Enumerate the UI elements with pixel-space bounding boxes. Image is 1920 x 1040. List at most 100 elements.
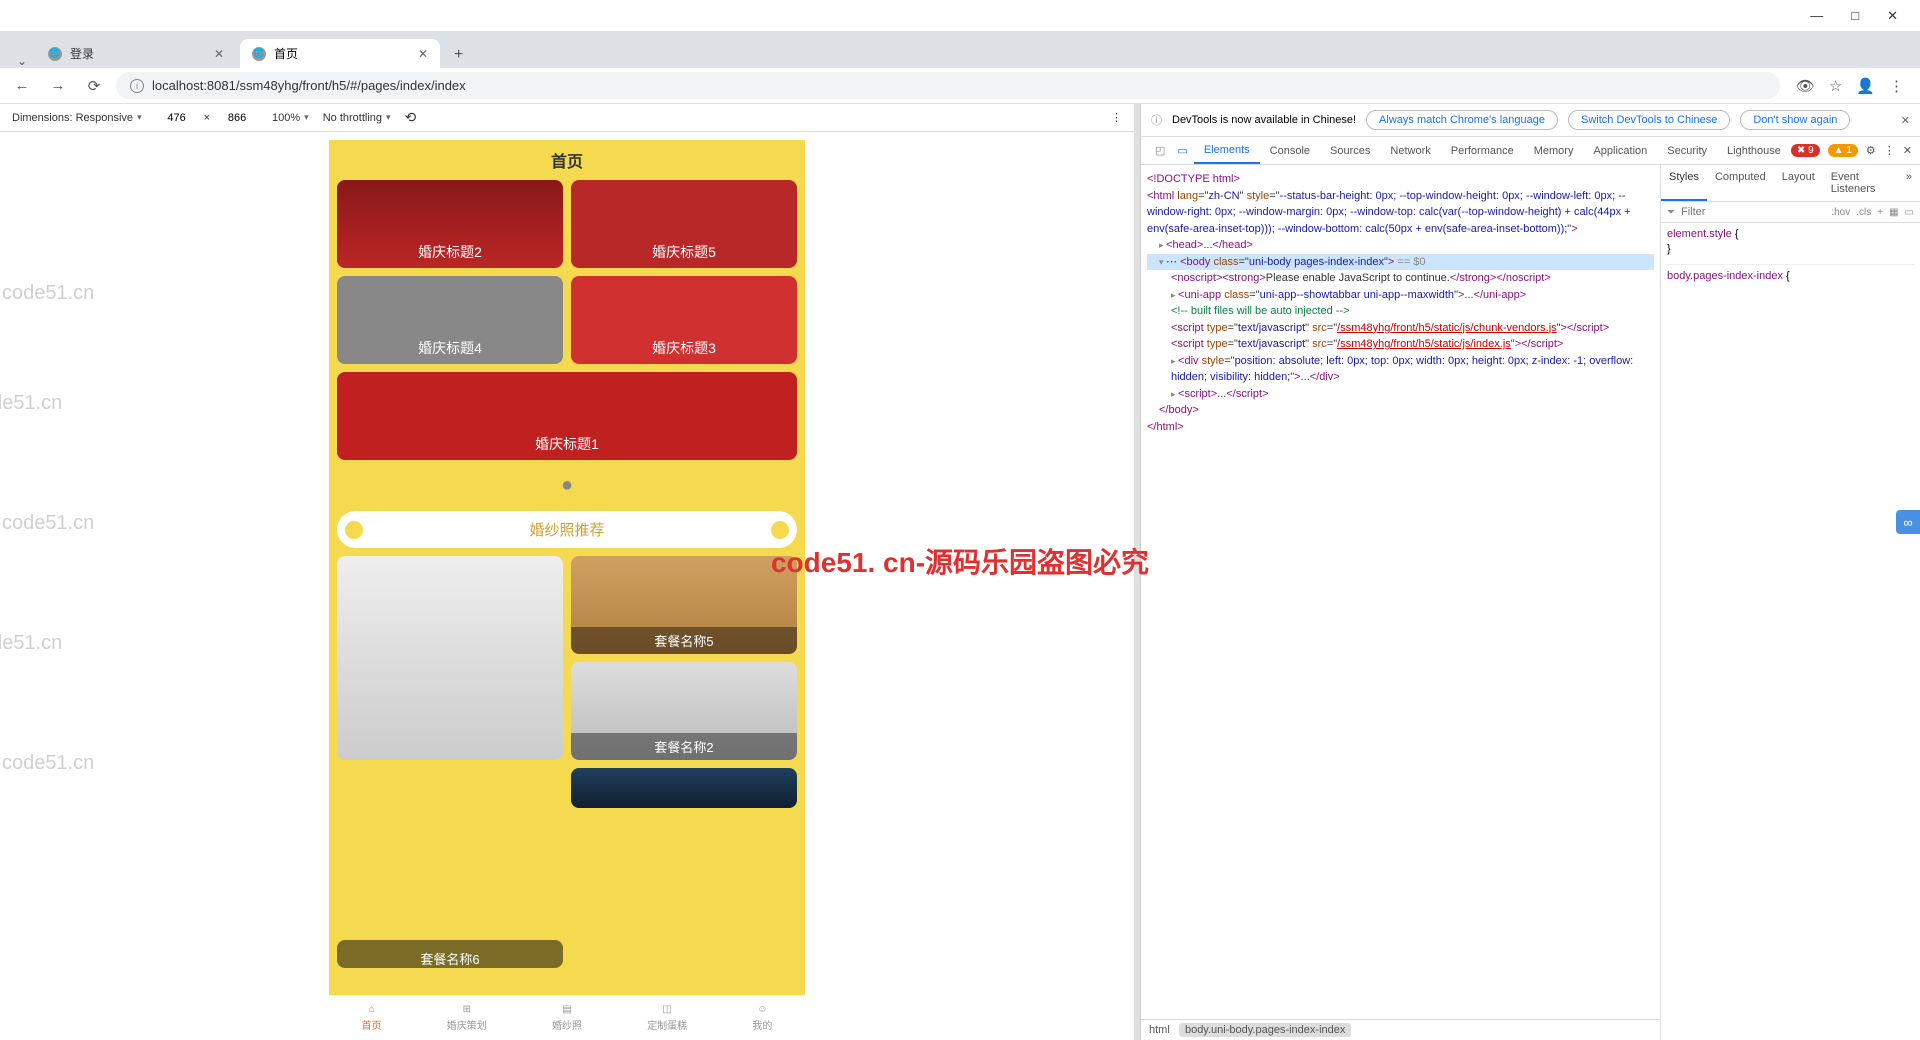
styles-panel: Styles Computed Layout Event Listeners »… (1660, 165, 1920, 1040)
cls-button[interactable]: .cls (1856, 207, 1871, 218)
url-input[interactable]: i localhost:8081/ssm48yhg/front/h5/#/pag… (116, 72, 1780, 99)
float-button[interactable]: ∞ (1896, 510, 1920, 534)
globe-icon: 🌐 (48, 47, 62, 61)
styles-rules[interactable]: element.style {}body.pages-index-index {… (1661, 223, 1920, 1040)
carousel-dots[interactable]: ● (329, 468, 805, 503)
tabbar: ⌂首页 ⊞婚庆策划 ▤婚纱照 ◫定制蛋糕 ☺我的 (329, 995, 805, 1040)
browser-tab-home[interactable]: 🌐 首页 ✕ (240, 39, 440, 68)
tabbar-cake[interactable]: ◫定制蛋糕 (647, 1004, 687, 1032)
devtools-panel: ⓘ DevTools is now available in Chinese! … (1140, 104, 1920, 1040)
tab-performance[interactable]: Performance (1441, 139, 1524, 163)
photo-card[interactable]: 套餐名称5 (571, 556, 797, 654)
dom-breadcrumb[interactable]: html body.uni-body.pages-index-index (1141, 1019, 1660, 1040)
grid-icon: ⊞ (463, 1004, 471, 1015)
home-icon: ⌂ (369, 1004, 375, 1015)
photo-label: 套餐名称6 (337, 940, 563, 968)
width-input[interactable] (156, 112, 198, 124)
wedding-card[interactable]: 婚庆标题3 (571, 276, 797, 364)
tab-lighthouse[interactable]: Lighthouse (1717, 139, 1791, 163)
menu-icon[interactable]: ⋮ (1889, 77, 1904, 95)
extension-icon[interactable]: 👁 (1796, 77, 1815, 95)
tab-console[interactable]: Console (1260, 139, 1320, 163)
url-text: localhost:8081/ssm48yhg/front/h5/#/pages… (152, 78, 466, 93)
tab-title: 首页 (274, 45, 298, 62)
warning-count[interactable]: ▲ 1 (1828, 144, 1858, 157)
device-icon[interactable]: ▭ (1905, 207, 1914, 218)
inspect-icon[interactable]: ◰ (1149, 144, 1171, 157)
dimension-inputs: × (156, 112, 258, 124)
close-icon[interactable]: ✕ (418, 47, 428, 61)
browser-tab-login[interactable]: 🌐 登录 ✕ (36, 39, 236, 68)
device-toggle-icon[interactable]: ▭ (1171, 144, 1193, 157)
close-icon[interactable]: ✕ (214, 47, 224, 61)
photo-card[interactable] (337, 556, 563, 760)
throttling-dropdown[interactable]: No throttling (323, 112, 391, 124)
site-info-icon[interactable]: i (130, 79, 144, 93)
tabbar-mine[interactable]: ☺我的 (752, 1004, 772, 1032)
device-menu-icon[interactable]: ⋮ (1111, 111, 1122, 124)
wedding-card[interactable]: 婚庆标题4 (337, 276, 563, 364)
device-preview-panel: Dimensions: Responsive × 100% No throttl… (0, 104, 1134, 1040)
gear-icon[interactable]: ⚙ (1866, 144, 1876, 157)
tab-network[interactable]: Network (1380, 139, 1440, 163)
error-count[interactable]: ✖ 9 (1791, 144, 1820, 157)
window-close[interactable]: ✕ (1873, 2, 1912, 30)
tab-memory[interactable]: Memory (1524, 139, 1584, 163)
wedding-card[interactable]: 婚庆标题2 (337, 180, 563, 268)
rotate-icon[interactable]: ⟲ (405, 109, 417, 126)
tab-styles[interactable]: Styles (1661, 165, 1707, 201)
bookmark-icon[interactable]: ☆ (1829, 77, 1842, 95)
menu-icon[interactable]: ⋮ (1884, 144, 1895, 157)
styles-tabs: Styles Computed Layout Event Listeners » (1661, 165, 1920, 202)
devtools-tabs: ◰ ▭ Elements Console Sources Network Per… (1141, 137, 1920, 165)
dont-show-button[interactable]: Don't show again (1740, 110, 1850, 130)
tab-layout[interactable]: Layout (1774, 165, 1823, 201)
new-tab-button[interactable]: + (444, 42, 473, 68)
switch-chinese-button[interactable]: Switch DevTools to Chinese (1568, 110, 1730, 130)
section-title: 婚纱照推荐 (337, 511, 797, 548)
computed-toggle-icon[interactable]: ▦ (1889, 207, 1898, 218)
photo-card[interactable]: 套餐名称2 (571, 662, 797, 760)
user-icon: ☺ (757, 1004, 767, 1015)
zoom-dropdown[interactable]: 100% (272, 112, 309, 124)
tab-computed[interactable]: Computed (1707, 165, 1774, 201)
photo-card[interactable] (571, 768, 797, 808)
device-frame: 首页 婚庆标题2 婚庆标题5 婚庆标题4 婚庆标题3 婚庆标题1 ● 婚纱照推荐… (329, 140, 805, 1040)
match-language-button[interactable]: Always match Chrome's language (1366, 110, 1558, 130)
tabbar-planning[interactable]: ⊞婚庆策划 (447, 1004, 487, 1032)
tab-title: 登录 (70, 45, 94, 62)
main-content: Dimensions: Responsive × 100% No throttl… (0, 104, 1920, 1040)
tab-elements[interactable]: Elements (1194, 138, 1260, 164)
reload-button[interactable]: ⟳ (80, 72, 108, 100)
more-tabs[interactable]: » (1898, 165, 1920, 201)
profile-icon[interactable]: 👤 (1856, 77, 1875, 95)
globe-icon: 🌐 (252, 47, 266, 61)
dimensions-dropdown[interactable]: Dimensions: Responsive (12, 112, 142, 124)
forward-button[interactable]: → (44, 72, 72, 100)
tab-event-listeners[interactable]: Event Listeners (1823, 165, 1898, 201)
info-icon: ⓘ (1151, 112, 1162, 128)
hov-button[interactable]: :hov (1831, 207, 1850, 218)
dom-tree[interactable]: <!DOCTYPE html> <html lang="zh-CN" style… (1141, 165, 1660, 1019)
close-icon[interactable]: ✕ (1901, 114, 1910, 127)
window-titlebar: — □ ✕ (0, 0, 1920, 32)
tab-security[interactable]: Security (1657, 139, 1717, 163)
height-input[interactable] (216, 112, 258, 124)
filter-input[interactable] (1681, 206, 1825, 218)
viewport: code51.cn code51.cn code51.cn code51.cn … (0, 132, 1134, 1040)
wedding-card-wide[interactable]: 婚庆标题1 (337, 372, 797, 460)
address-bar: ← → ⟳ i localhost:8081/ssm48yhg/front/h5… (0, 68, 1920, 104)
tab-application[interactable]: Application (1583, 139, 1657, 163)
close-icon[interactable]: ✕ (1903, 144, 1912, 157)
tabbar-home[interactable]: ⌂首页 (362, 1004, 382, 1032)
new-rule-icon[interactable]: + (1877, 207, 1883, 218)
devtools-body: <!DOCTYPE html> <html lang="zh-CN" style… (1141, 165, 1920, 1040)
wedding-card[interactable]: 婚庆标题5 (571, 180, 797, 268)
tab-sources[interactable]: Sources (1320, 139, 1380, 163)
tab-search-icon[interactable]: ⌄ (8, 54, 36, 68)
cake-icon: ◫ (662, 1004, 671, 1015)
window-maximize[interactable]: □ (1837, 2, 1873, 29)
window-minimize[interactable]: — (1796, 2, 1837, 29)
tabbar-photo[interactable]: ▤婚纱照 (552, 1004, 582, 1032)
back-button[interactable]: ← (8, 72, 36, 100)
